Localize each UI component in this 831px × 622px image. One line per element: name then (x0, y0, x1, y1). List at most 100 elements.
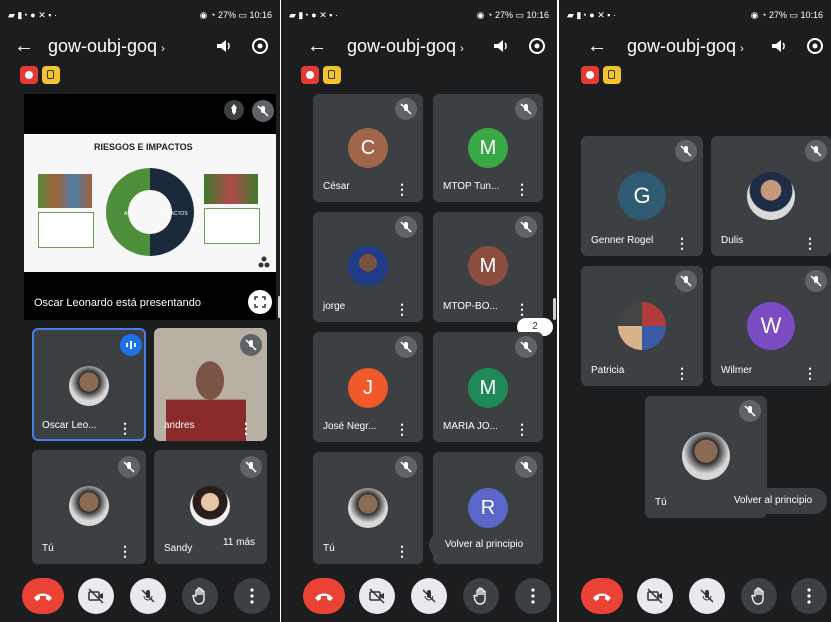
participant-tile[interactable]: W Wilmer ⋮ (711, 266, 831, 386)
end-call-button[interactable] (303, 578, 345, 614)
end-call-button[interactable] (22, 578, 64, 614)
speaker-icon[interactable] (214, 36, 234, 56)
safety-lock-icon (603, 66, 621, 84)
participant-tile[interactable]: J José Negr... ⋮ (313, 332, 423, 442)
raise-hand-button[interactable] (463, 578, 499, 614)
meeting-header: ← gow-oubj-goq › (559, 34, 831, 60)
camera-toggle-button[interactable] (359, 578, 395, 614)
participant-name: Sandy (164, 543, 193, 554)
switch-camera-icon[interactable] (805, 36, 825, 56)
pin-icon[interactable] (224, 100, 244, 120)
avatar: M (468, 368, 508, 408)
hand-icon (751, 587, 764, 605)
mic-off-icon (675, 270, 697, 292)
more-vert-icon[interactable]: ⋮ (675, 366, 689, 380)
more-vert-icon[interactable]: ⋮ (239, 421, 253, 435)
slide-logo-icon (258, 256, 270, 268)
more-vert-icon[interactable]: ⋮ (515, 182, 529, 196)
status-icons: ▰ ▮◔ ● ✕ ▪ · (289, 10, 338, 20)
more-vert-icon (807, 588, 811, 604)
slide-title: RIESGOS E IMPACTOS (94, 142, 193, 152)
more-vert-icon[interactable]: ⋮ (118, 421, 132, 435)
back-arrow-icon[interactable]: ← (587, 34, 607, 58)
more-vert-icon[interactable]: ⋮ (395, 422, 409, 436)
mic-toggle-button[interactable] (411, 578, 447, 614)
status-icons: ▰ ▮◔ ● ✕ ▪ · (567, 10, 616, 20)
slide-right-label: IMPACTOS (162, 211, 188, 217)
participant-tile[interactable]: M MTOP Tun... ⋮ (433, 94, 543, 202)
back-to-top-button[interactable]: Volver al principio (429, 532, 539, 558)
participant-name: Tú (42, 543, 54, 554)
participant-tile[interactable]: Tú ⋮ (313, 452, 423, 564)
more-participants-button[interactable]: 11 más (214, 530, 264, 556)
participant-tile[interactable]: M MARIA JO... ⋮ (433, 332, 543, 442)
more-vert-icon[interactable]: ⋮ (515, 422, 529, 436)
slide-box-left (38, 212, 94, 248)
more-vert-icon[interactable]: ⋮ (395, 302, 409, 316)
participant-tile[interactable]: Tú ⋮ (32, 450, 146, 564)
mic-off-icon (395, 216, 417, 238)
participant-name: MTOP Tun... (443, 181, 500, 192)
more-vert-icon[interactable]: ⋮ (803, 366, 817, 380)
cycle-diagram: ANTES IMPACTOS (106, 168, 194, 256)
camera-toggle-button[interactable] (637, 578, 673, 614)
back-to-top-button[interactable]: Volver al principio (719, 488, 827, 514)
participant-tile[interactable]: Patricia ⋮ (581, 266, 703, 386)
participant-name: andres (164, 420, 195, 431)
avatar: M (468, 246, 508, 286)
more-options-button[interactable] (515, 578, 551, 614)
meeting-code[interactable]: gow-oubj-goq › (347, 34, 464, 61)
mic-off-icon (515, 336, 537, 358)
fullscreen-button[interactable] (248, 290, 272, 314)
meeting-code[interactable]: gow-oubj-goq › (627, 34, 744, 61)
more-vert-icon[interactable]: ⋮ (675, 236, 689, 250)
mic-off-icon (395, 98, 417, 120)
more-options-button[interactable] (791, 578, 827, 614)
camera-off-icon (88, 588, 104, 604)
scroll-indicator[interactable] (278, 296, 280, 318)
switch-camera-icon[interactable] (250, 36, 270, 56)
phone-screen-3: ▰ ▮◔ ● ✕ ▪ · ◉ ◔ 27% ▭ 10:16 ← gow-oubj-… (559, 0, 831, 622)
switch-camera-icon[interactable] (527, 36, 547, 56)
participant-tile[interactable]: G Genner Rogel ⋮ (581, 136, 703, 256)
presentation-tile[interactable]: RIESGOS E IMPACTOS ANTES IMPACTOS Oscar … (24, 94, 276, 320)
raise-hand-button[interactable] (182, 578, 218, 614)
fullscreen-icon (254, 296, 266, 308)
back-arrow-icon[interactable]: ← (14, 34, 34, 58)
participant-tile[interactable]: Dulis ⋮ (711, 136, 831, 256)
participant-tile[interactable]: jorge ⋮ (313, 212, 423, 322)
participant-tile[interactable]: C César ⋮ (313, 94, 423, 202)
more-vert-icon[interactable]: ⋮ (803, 236, 817, 250)
participant-tile[interactable]: Oscar Leo... ⋮ (32, 328, 146, 441)
mic-toggle-button[interactable] (130, 578, 166, 614)
more-vert-icon[interactable]: ⋮ (395, 544, 409, 558)
participant-name: MARIA JO... (443, 421, 499, 432)
mic-toggle-button[interactable] (689, 578, 725, 614)
presenting-label: Oscar Leonardo está presentando (34, 297, 201, 309)
participant-tile[interactable]: andres ⋮ (154, 328, 267, 441)
participant-name: César (323, 181, 350, 192)
camera-toggle-button[interactable] (78, 578, 114, 614)
end-call-button[interactable] (581, 578, 623, 614)
participant-tile[interactable]: Sandy 11 más (154, 450, 267, 564)
participant-name: MTOP-BO... (443, 301, 498, 312)
meeting-code[interactable]: gow-oubj-goq › (48, 34, 165, 61)
speaker-icon[interactable] (491, 36, 511, 56)
status-right: ◉ ◔ 27% ▭ 10:16 (750, 10, 823, 20)
participant-name: Oscar Leo... (42, 420, 97, 431)
slide-photo-left (38, 174, 92, 208)
more-options-button[interactable] (234, 578, 270, 614)
mic-off-icon (805, 270, 827, 292)
hand-icon (473, 587, 486, 605)
speaker-icon[interactable] (769, 36, 789, 56)
speaking-indicator-icon (120, 334, 142, 356)
more-vert-icon[interactable]: ⋮ (118, 544, 132, 558)
back-arrow-icon[interactable]: ← (307, 34, 327, 58)
slide-photo-right (204, 174, 258, 204)
slide-box-right (204, 208, 260, 244)
more-vert-icon[interactable]: ⋮ (515, 302, 529, 316)
participant-tile[interactable]: M MTOP-BO... ⋮ (433, 212, 543, 322)
more-vert-icon[interactable]: ⋮ (395, 182, 409, 196)
raise-hand-button[interactable] (741, 578, 777, 614)
scroll-indicator[interactable] (553, 298, 556, 320)
